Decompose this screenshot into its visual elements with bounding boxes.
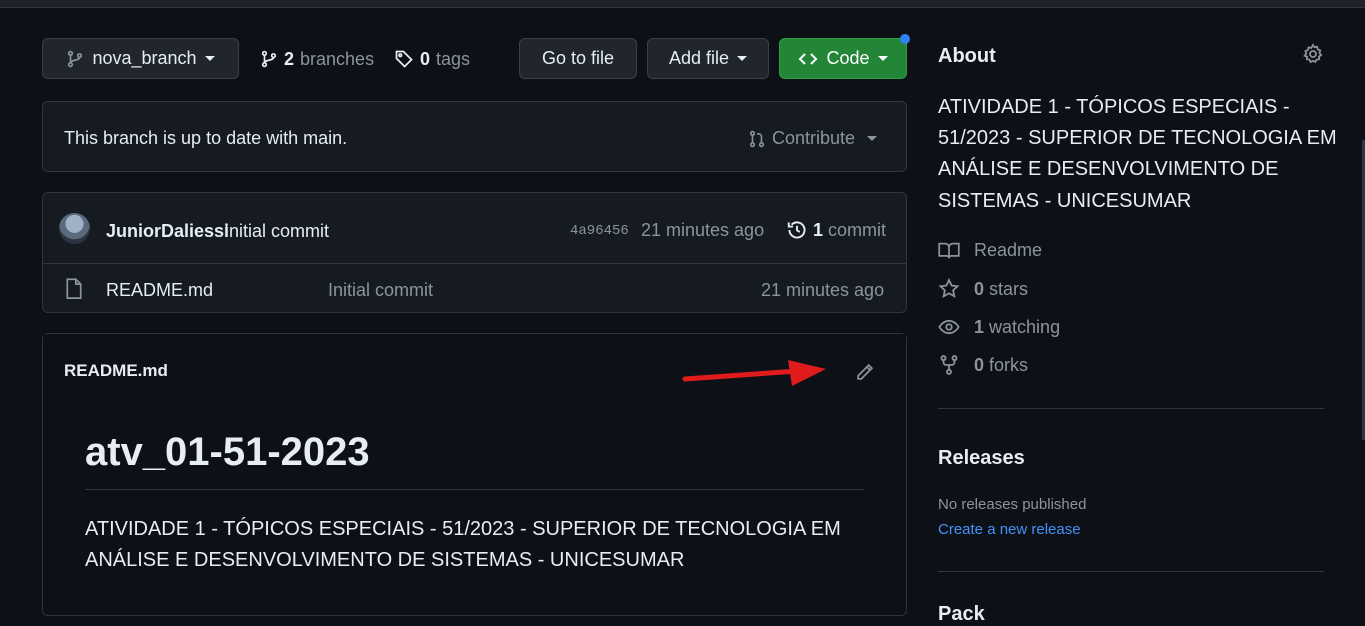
heading-divider [85, 489, 864, 490]
sidebar-divider [938, 571, 1324, 572]
chevron-down-icon [737, 56, 748, 61]
tags-link[interactable]: 0 tags [394, 48, 470, 70]
readme-filename[interactable]: README.md [64, 361, 168, 381]
gear-icon[interactable] [1302, 43, 1324, 65]
readme-body-line-2: ANÁLISE E DESENVOLVIMENTO DE SISTEMAS - … [85, 549, 685, 571]
history-icon [786, 219, 808, 241]
chevron-down-icon [867, 136, 878, 141]
forks-label: forks [989, 354, 1029, 375]
about-description-line-1: ATIVIDADE 1 - TÓPICOS ESPECIAIS - [938, 96, 1290, 118]
watching-link[interactable]: 1 watching [938, 316, 1060, 338]
code-button[interactable]: Code [779, 38, 907, 79]
commit-count-label: commit [828, 219, 887, 240]
packages-title-partial: Pack [938, 603, 985, 625]
readme-link-label: Readme [974, 240, 1043, 260]
book-icon [938, 241, 960, 261]
code-label: Code [826, 48, 870, 68]
chevron-down-icon [877, 56, 888, 61]
releases-title[interactable]: Releases [938, 447, 1025, 470]
contribute-label: Contribute [772, 128, 856, 148]
notification-dot [900, 34, 910, 44]
readme-heading: atv_01-51-2023 [85, 430, 370, 474]
readme-link[interactable]: Readme [938, 240, 1042, 261]
chevron-down-icon [204, 56, 215, 61]
star-icon [938, 278, 960, 300]
go-to-file-button[interactable]: Go to file [519, 38, 637, 79]
sidebar-divider [938, 408, 1324, 409]
branches-link[interactable]: 2 branches [260, 48, 374, 70]
stars-count: 0 [974, 278, 985, 299]
about-description-line-4: SISTEMAS - UNICESUMAR [938, 190, 1192, 212]
file-commit-time: 21 minutes ago [761, 280, 885, 300]
go-to-file-label: Go to file [541, 48, 615, 68]
forks-link[interactable]: 0 forks [938, 354, 1028, 376]
no-releases-text: No releases published [938, 496, 1087, 513]
branch-selector-label: nova_branch [92, 48, 197, 68]
watching-count: 1 [974, 316, 985, 337]
commit-author[interactable]: JuniorDaliessi [106, 221, 229, 242]
git-pull-request-icon [748, 130, 766, 148]
file-icon [65, 278, 83, 300]
about-description-line-2: 51/2023 - SUPERIOR DE TECNOLOGIA EM [938, 127, 1337, 149]
eye-icon [938, 316, 960, 338]
create-release-link[interactable]: Create a new release [938, 521, 1081, 538]
forks-count: 0 [974, 354, 985, 375]
about-description-line-3: ANÁLISE E DESENVOLVIMENTO DE [938, 158, 1279, 180]
file-name[interactable]: README.md [106, 280, 213, 301]
contribute-button[interactable]: Contribute [748, 128, 878, 149]
commit-sha[interactable]: 4a96456 [570, 223, 629, 239]
git-branch-icon [260, 50, 278, 68]
annotation-arrow [682, 360, 826, 386]
about-title: About [938, 45, 996, 67]
git-branch-icon [66, 50, 84, 68]
branches-count: 2 [284, 48, 295, 69]
table-row[interactable]: README.md Initial commit 21 minutes ago [43, 264, 906, 312]
tag-icon [394, 49, 414, 69]
file-list-panel: JuniorDaliessi Initial commit 4a96456 21… [42, 192, 907, 313]
branch-status-panel: This branch is up to date with main. Con… [42, 101, 907, 172]
commit-time: 21 minutes ago [641, 220, 765, 240]
commit-count: 1 [813, 219, 824, 240]
browser-top-strip [0, 0, 1365, 8]
stars-label: stars [989, 278, 1029, 299]
branches-label: branches [300, 48, 375, 69]
tags-label: tags [436, 48, 471, 69]
file-commit-message[interactable]: Initial commit [328, 280, 433, 301]
pencil-icon[interactable] [855, 362, 875, 382]
code-icon [798, 51, 818, 67]
stars-link[interactable]: 0 stars [938, 278, 1028, 300]
tags-count: 0 [420, 48, 431, 69]
fork-icon [938, 354, 960, 376]
watching-label: watching [989, 316, 1061, 337]
add-file-label: Add file [668, 48, 730, 68]
avatar[interactable] [59, 213, 90, 244]
readme-body-line-1: ATIVIDADE 1 - TÓPICOS ESPECIAIS - 51/202… [85, 518, 841, 540]
branch-selector-button[interactable]: nova_branch [42, 38, 239, 79]
branch-status-message: This branch is up to date with main. [64, 128, 348, 148]
commits-history-link[interactable]: 1 commit [786, 219, 886, 241]
commit-message[interactable]: Initial commit [224, 221, 329, 242]
add-file-button[interactable]: Add file [647, 38, 769, 79]
